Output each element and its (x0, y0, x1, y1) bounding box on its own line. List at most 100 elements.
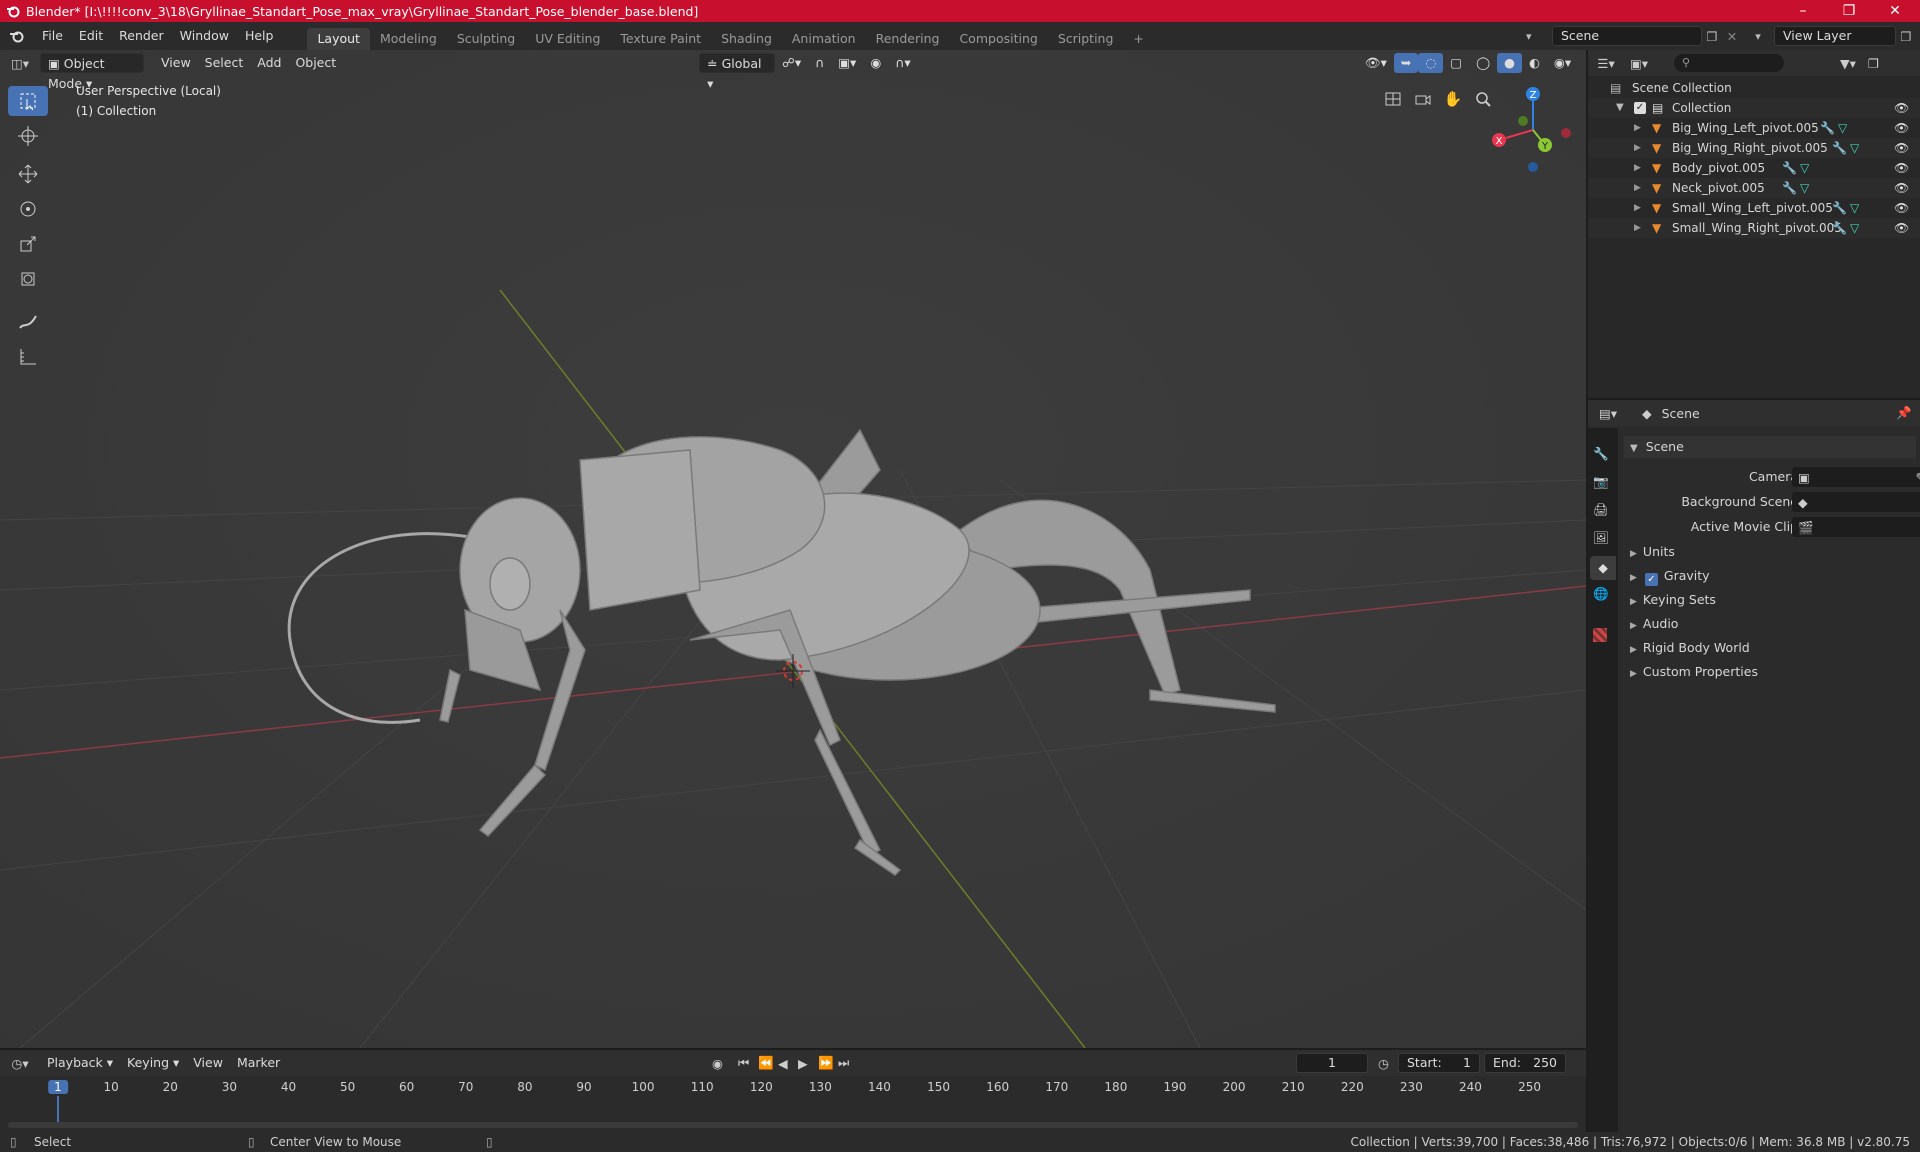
texture-tab-icon[interactable] (1593, 628, 1607, 642)
tab-layout[interactable]: Layout (307, 28, 370, 50)
neg-z-axis-handle[interactable] (1528, 162, 1538, 172)
property-section-keying-sets[interactable]: ▶ Keying Sets (1624, 589, 1914, 611)
scene-tab-icon[interactable]: ◆ (1590, 556, 1616, 580)
outliner-object-row[interactable]: ▶ ▼ Big_Wing_Left_pivot.005 🔧 ▽ 👁 (1588, 118, 1920, 138)
collection-visibility-eye-icon[interactable]: 👁 (1894, 98, 1909, 118)
expand-object-icon[interactable]: ▶ (1634, 178, 1641, 198)
move-tool[interactable] (8, 159, 48, 189)
expand-object-icon[interactable]: ▶ (1634, 198, 1641, 218)
property-section-rigid-body-world[interactable]: ▶ Rigid Body World (1624, 637, 1914, 659)
rendered-shading-icon[interactable]: ◉▾ (1547, 53, 1578, 73)
property-section-units[interactable]: ▶ Units (1624, 541, 1914, 563)
outliner-search-input[interactable]: ⚲ (1674, 54, 1784, 72)
properties-editor-type-icon[interactable]: ▤▾ (1588, 406, 1628, 421)
maximize-button[interactable]: ❐ (1826, 0, 1872, 22)
close-button[interactable]: ✕ (1872, 0, 1918, 22)
menu-render[interactable]: Render (111, 22, 172, 50)
viewport-menu-object[interactable]: Object (288, 53, 343, 73)
gizmo-toggle-icon[interactable]: ➥ (1393, 53, 1419, 73)
world-tab-icon[interactable]: 🌐 (1593, 586, 1609, 602)
timeline-ruler[interactable]: 1 10 20 30 40 50 60 70 80 90 100 110 120 130 140 150 160… (0, 1050, 1586, 1132)
new-view-layer-icon[interactable]: ❐ (1896, 29, 1916, 44)
property-section-audio[interactable]: ▶ Audio (1624, 613, 1914, 635)
viewport-menu-view[interactable]: View (154, 53, 198, 73)
object-visibility-eye-icon[interactable]: 👁 (1894, 138, 1909, 158)
tab-sculpting[interactable]: Sculpting (447, 28, 525, 50)
blender-menu-icon[interactable] (0, 28, 34, 44)
menu-edit[interactable]: Edit (71, 22, 111, 50)
expand-object-icon[interactable]: ▶ (1634, 138, 1641, 158)
modifier-wrench-icon[interactable]: 🔧 (1782, 158, 1797, 178)
remove-scene-icon[interactable]: ✕ (1722, 29, 1742, 44)
mesh-data-icon[interactable]: ▽ (1850, 138, 1859, 158)
mesh-data-icon[interactable]: ▽ (1838, 118, 1847, 138)
wireframe-shading-icon[interactable]: ◯ (1469, 53, 1497, 73)
modifier-wrench-icon[interactable]: 🔧 (1832, 218, 1847, 238)
object-visibility-eye-icon[interactable]: 👁 (1894, 118, 1909, 138)
solid-shading-icon[interactable]: ● (1497, 53, 1522, 73)
camera-field[interactable]: ▣✎ (1792, 467, 1920, 487)
transform-orientation-dropdown[interactable]: ≐ Global ▾ (699, 53, 776, 91)
cursor-tool[interactable] (8, 121, 48, 151)
tab-modeling[interactable]: Modeling (370, 28, 447, 50)
navigation-gizmo[interactable]: Z X Y (1488, 84, 1578, 174)
tab-compositing[interactable]: Compositing (949, 28, 1047, 50)
filter-icon[interactable]: ▼▾ (1840, 56, 1856, 71)
falloff-icon[interactable]: ∩▾ (888, 53, 917, 73)
outliner-object-row[interactable]: ▶ ▼ Big_Wing_Right_pivot.005 🔧 ▽ 👁 (1588, 138, 1920, 158)
property-section-gravity[interactable]: ▶ ✓ Gravity (1624, 565, 1914, 587)
view-layer-browse-icon[interactable]: ▾ (1742, 30, 1774, 43)
exclude-checkbox[interactable]: ✓ (1634, 102, 1646, 114)
outliner-object-row[interactable]: ▶ ▼ Neck_pivot.005 🔧 ▽ 👁 (1588, 178, 1920, 198)
scene-selector[interactable]: Scene (1552, 26, 1702, 46)
material-shading-icon[interactable]: ◐ (1522, 53, 1547, 73)
view-layer-tab-icon[interactable]: 🖼 (1593, 530, 1609, 546)
view-layer-selector[interactable]: View Layer (1774, 26, 1896, 46)
modifier-wrench-icon[interactable]: 🔧 (1782, 178, 1797, 198)
mesh-data-icon[interactable]: ▽ (1800, 178, 1809, 198)
modifier-wrench-icon[interactable]: 🔧 (1832, 138, 1847, 158)
snap-icon[interactable]: ∩ (808, 53, 831, 73)
eyedropper-icon[interactable]: ✎ (1916, 467, 1920, 489)
scene-panel-header[interactable]: ▼ Scene (1624, 436, 1916, 458)
editor-type-icon[interactable]: ◫▾ (0, 56, 40, 71)
tab-rendering[interactable]: Rendering (866, 28, 950, 50)
viewport-menu-add[interactable]: Add (250, 53, 288, 73)
neg-y-axis-handle[interactable] (1518, 116, 1528, 126)
outliner-object-row[interactable]: ▶ ▼ Small_Wing_Left_pivot.005 🔧 ▽ 👁 (1588, 198, 1920, 218)
scale-tool[interactable] (8, 229, 48, 259)
mesh-data-icon[interactable]: ▽ (1850, 218, 1859, 238)
outliner-object-row[interactable]: ▶ ▼ Body_pivot.005 🔧 ▽ 👁 (1588, 158, 1920, 178)
menu-file[interactable]: File (34, 22, 71, 50)
playhead-line[interactable] (57, 1096, 59, 1122)
visibility-icon[interactable]: 👁▾ (1358, 53, 1394, 73)
annotate-tool[interactable] (8, 307, 48, 337)
object-visibility-eye-icon[interactable]: 👁 (1894, 178, 1909, 198)
snap-target-icon[interactable]: ▣▾ (831, 53, 863, 73)
menu-window[interactable]: Window (172, 22, 237, 50)
collection-row[interactable]: ▼ ✓ ▤ Collection 👁 (1588, 98, 1920, 118)
object-visibility-eye-icon[interactable]: 👁 (1894, 218, 1909, 238)
pan-view-hand-icon[interactable]: ✋ (1440, 86, 1466, 112)
property-section-custom-properties[interactable]: ▶ Custom Properties (1624, 661, 1914, 683)
tab-texture-paint[interactable]: Texture Paint (610, 28, 711, 50)
collapse-collection-icon[interactable]: ▼ (1616, 98, 1624, 118)
neg-x-axis-handle[interactable] (1561, 128, 1571, 138)
camera-view-icon[interactable] (1410, 86, 1436, 112)
outliner-editor-type-icon[interactable]: ☰▾ (1588, 56, 1624, 71)
gravity-checkbox[interactable]: ✓ (1644, 573, 1658, 586)
3d-viewport[interactable]: ◫▾ ▣ Object Mode ▾ View Select Add Objec… (0, 50, 1586, 1048)
scene-collection-row[interactable]: ▤ Scene Collection (1588, 78, 1920, 98)
new-scene-icon[interactable]: ❐ (1702, 29, 1722, 44)
overlay-toggle-icon[interactable]: ◌ (1418, 53, 1444, 73)
object-visibility-eye-icon[interactable]: 👁 (1894, 198, 1909, 218)
expand-object-icon[interactable]: ▶ (1634, 118, 1641, 138)
display-mode-icon[interactable]: ▣▾ (1624, 56, 1654, 71)
expand-object-icon[interactable]: ▶ (1634, 158, 1641, 178)
mesh-data-icon[interactable]: ▽ (1850, 198, 1859, 218)
render-tab-icon[interactable]: 📷 (1593, 474, 1609, 490)
active-movie-clip-field[interactable]: 🎬 (1792, 517, 1920, 537)
modifier-wrench-icon[interactable]: 🔧 (1832, 198, 1847, 218)
minimize-button[interactable]: – (1780, 0, 1826, 22)
tab-scripting[interactable]: Scripting (1048, 28, 1124, 50)
